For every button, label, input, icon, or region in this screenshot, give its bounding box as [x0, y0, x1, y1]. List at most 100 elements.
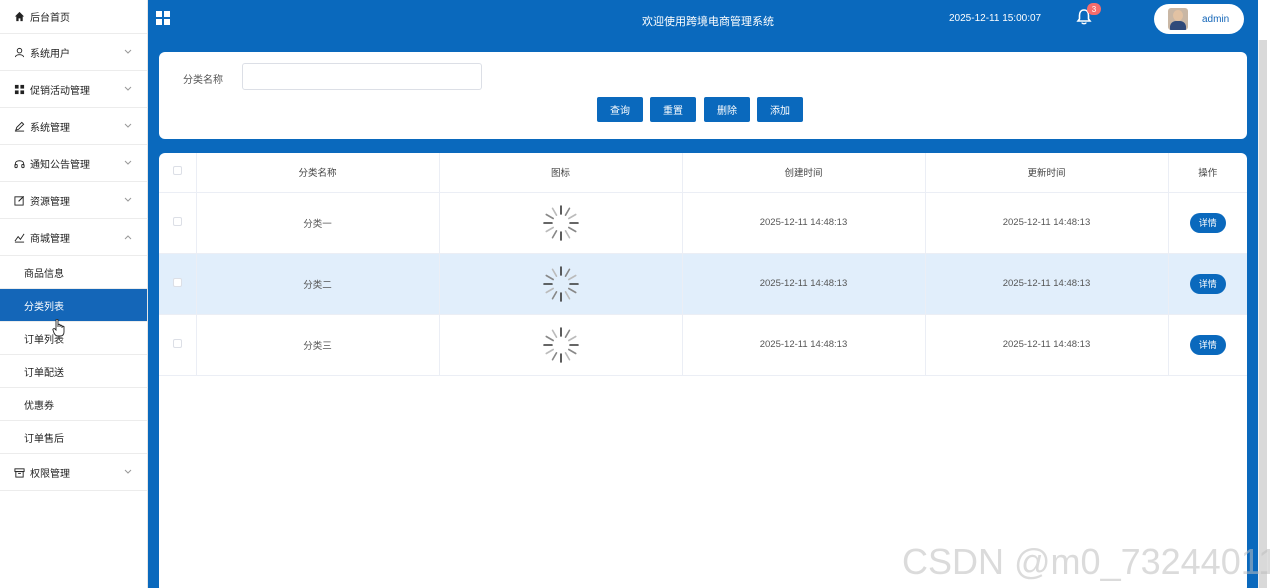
sidebar-item-home[interactable]: 后台首页: [0, 0, 147, 34]
sidebar-subitem-orders[interactable]: 订单列表: [0, 322, 147, 355]
spinner-tick: [544, 226, 554, 232]
detail-button[interactable]: 详情: [1189, 273, 1226, 294]
sidebar-subitem-after-sales[interactable]: 订单售后: [0, 421, 147, 454]
sidebar-item-system-management[interactable]: 系统管理: [0, 108, 147, 145]
spinner-tick: [544, 348, 554, 354]
search-label: 分类名称: [183, 75, 223, 86]
created-time-cell: 2025-12-11 14:48:13: [682, 314, 926, 376]
sidebar-item-promotions[interactable]: 促销活动管理: [0, 71, 147, 108]
spinner-tick: [567, 213, 577, 219]
spinner-tick: [564, 229, 570, 239]
table-row[interactable]: 分类一 2025-12-11 14:48:13 2025-12-11 14:48…: [159, 192, 1247, 254]
sidebar-subitem-categories[interactable]: 分类列表: [0, 289, 147, 322]
sidebar-item-permissions[interactable]: 权限管理: [0, 454, 147, 491]
spinner-tick: [564, 206, 570, 216]
sidebar-item-mall[interactable]: 商城管理: [0, 219, 147, 256]
grid-icon: [12, 82, 26, 96]
sidebar-subitem-coupons[interactable]: 优惠券: [0, 388, 147, 421]
home-icon: [12, 10, 26, 24]
avatar: [1168, 8, 1188, 30]
chevron-down-icon: [123, 121, 133, 131]
spinner-tick: [544, 274, 554, 280]
spinner-tick: [567, 348, 577, 354]
action-cell: 详情: [1168, 253, 1247, 315]
menu-toggle-icon[interactable]: [156, 11, 170, 25]
sidebar-item-label: 权限管理: [30, 468, 70, 480]
sidebar-item-system-users[interactable]: 系统用户: [0, 34, 147, 71]
spinner-tick: [567, 274, 577, 280]
spinner-tick: [564, 290, 570, 300]
table-header-row: 分类名称 图标 创建时间 更新时间 操作: [159, 153, 1247, 193]
archive-icon: [12, 465, 26, 479]
chart-icon: [12, 230, 26, 244]
spinner-tick: [551, 267, 557, 277]
spinner-tick: [567, 335, 577, 341]
spinner-tick: [564, 267, 570, 277]
watermark: CSDN @m0_73244011: [902, 541, 1270, 582]
query-button[interactable]: 查询: [597, 97, 643, 122]
pen-icon: [12, 119, 26, 133]
created-time-cell: 2025-12-11 14:48:13: [682, 253, 926, 315]
category-name-input[interactable]: [242, 63, 482, 90]
column-header: 创建时间: [682, 153, 926, 193]
sidebar: 后台首页 系统用户 促销活动管理 系统管理 通知公告管理 资源管理 商城管理 商…: [0, 0, 148, 588]
row-checkbox-cell[interactable]: [159, 314, 197, 376]
select-all-checkbox[interactable]: [172, 166, 182, 176]
spinner-tick: [551, 229, 557, 239]
sidebar-item-label: 后台首页: [30, 13, 70, 24]
chevron-down-icon: [123, 467, 133, 477]
column-header: 分类名称: [196, 153, 440, 193]
loading-spinner-icon: [542, 204, 579, 241]
spinner-tick: [544, 213, 554, 219]
category-name-cell: 分类三: [196, 314, 440, 376]
sidebar-subitem-delivery[interactable]: 订单配送: [0, 355, 147, 388]
table-row[interactable]: 分类三 2025-12-11 14:48:13 2025-12-11 14:48…: [159, 314, 1247, 376]
vertical-scrollbar[interactable]: [1258, 40, 1267, 588]
sidebar-item-label: 商城管理: [30, 233, 70, 245]
add-button[interactable]: 添加: [757, 97, 803, 122]
spinner-tick: [551, 328, 557, 338]
spinner-tick: [544, 335, 554, 341]
sidebar-item-label: 系统用户: [30, 48, 70, 60]
reset-button[interactable]: 重置: [650, 97, 696, 122]
category-table-panel: 分类名称 图标 创建时间 更新时间 操作 分类一 2025-12-11 14:4…: [159, 153, 1247, 588]
row-checkbox-cell[interactable]: [159, 192, 197, 254]
detail-button[interactable]: 详情: [1189, 334, 1226, 355]
main-area: 欢迎使用跨境电商管理系统 2025-12-11 15:00:07 3 admin…: [148, 0, 1258, 588]
delete-button[interactable]: 删除: [704, 97, 750, 122]
row-checkbox-cell[interactable]: [159, 253, 197, 315]
spinner-tick: [567, 226, 577, 232]
page-title: 欢迎使用跨境电商管理系统: [642, 16, 774, 28]
spinner-tick: [544, 287, 554, 293]
sidebar-item-label: 系统管理: [30, 122, 70, 134]
detail-button[interactable]: 详情: [1189, 212, 1226, 233]
updated-time-cell: 2025-12-11 14:48:13: [925, 192, 1169, 254]
loading-spinner-icon: [542, 265, 579, 302]
row-checkbox[interactable]: [172, 216, 182, 226]
icon-cell: [439, 192, 683, 254]
chevron-down-icon: [123, 47, 133, 57]
icon-cell: [439, 314, 683, 376]
row-checkbox[interactable]: [172, 338, 182, 348]
category-name-cell: 分类一: [196, 192, 440, 254]
sidebar-item-label: 通知公告管理: [30, 159, 90, 171]
chevron-up-icon: [123, 232, 133, 242]
category-name-cell: 分类二: [196, 253, 440, 315]
row-checkbox[interactable]: [172, 277, 182, 287]
updated-time-cell: 2025-12-11 14:48:13: [925, 253, 1169, 315]
spinner-tick: [551, 206, 557, 216]
headset-icon: [12, 156, 26, 170]
sidebar-item-notices[interactable]: 通知公告管理: [0, 145, 147, 182]
loading-spinner-icon: [542, 326, 579, 363]
sidebar-subitem-products[interactable]: 商品信息: [0, 256, 147, 289]
column-header: 图标: [439, 153, 683, 193]
table-row[interactable]: 分类二 2025-12-11 14:48:13 2025-12-11 14:48…: [159, 253, 1247, 315]
chevron-down-icon: [123, 84, 133, 94]
column-header: 更新时间: [925, 153, 1169, 193]
action-cell: 详情: [1168, 314, 1247, 376]
user-menu[interactable]: admin: [1154, 4, 1244, 34]
select-all-cell[interactable]: [159, 153, 197, 193]
sidebar-item-resources[interactable]: 资源管理: [0, 182, 147, 219]
category-table: 分类名称 图标 创建时间 更新时间 操作 分类一 2025-12-11 14:4…: [159, 153, 1247, 376]
column-header: 操作: [1168, 153, 1247, 193]
